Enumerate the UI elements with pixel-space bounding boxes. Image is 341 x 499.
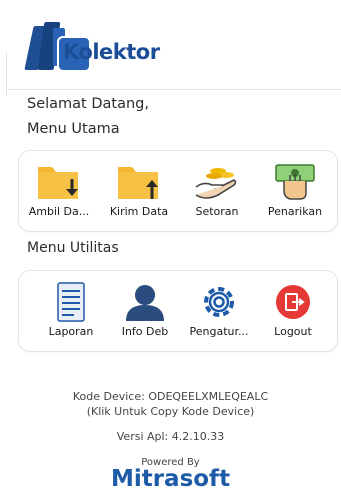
main-menu-title: Menu Utama <box>27 121 120 137</box>
menu-pengaturan[interactable]: Pengatur... <box>179 271 259 351</box>
menu-kirim-data-label: Kirim Data <box>109 205 169 218</box>
device-code-text[interactable]: Kode Device: ODEQEELXMLEQEALC <box>0 390 341 403</box>
menu-laporan[interactable]: Laporan <box>31 271 111 351</box>
logout-icon <box>268 281 318 323</box>
hand-coins-icon <box>192 161 242 203</box>
edge-line <box>6 52 7 96</box>
gear-icon <box>194 281 244 323</box>
app-logo: Kolektor <box>24 22 169 74</box>
menu-kirim-data[interactable]: Kirim Data <box>99 151 179 231</box>
menu-ambil-data-label: Ambil Da... <box>28 205 90 218</box>
logo-text: Kolektor <box>63 40 160 64</box>
greeting-text: Selamat Datang, <box>27 96 149 112</box>
brand-logo-text: Mitrasoft <box>110 466 231 492</box>
person-icon <box>120 281 170 323</box>
menu-pengaturan-label: Pengatur... <box>189 325 249 338</box>
menu-logout-label: Logout <box>274 325 312 338</box>
header-divider <box>8 89 341 90</box>
menu-ambil-data[interactable]: Ambil Da... <box>19 151 99 231</box>
folder-upload-icon <box>114 161 164 203</box>
menu-penarikan[interactable]: Penarikan <box>255 151 335 231</box>
menu-logout[interactable]: Logout <box>253 271 333 351</box>
menu-setoran[interactable]: Setoran <box>177 151 257 231</box>
main-menu-card: Ambil Da... Kirim Data Setoran Penarikan <box>18 150 338 232</box>
copy-device-code-hint[interactable]: (Klik Untuk Copy Kode Device) <box>0 405 341 418</box>
menu-setoran-label: Setoran <box>195 205 239 218</box>
menu-laporan-label: Laporan <box>48 325 94 338</box>
utility-section-title: Menu Utilitas <box>27 240 119 256</box>
utility-menu-card: Laporan Info Deb Pengatur... Logout <box>18 270 338 352</box>
menu-penarikan-label: Penarikan <box>267 205 323 218</box>
folder-download-icon <box>34 161 84 203</box>
money-withdraw-icon <box>270 161 320 203</box>
document-icon <box>46 281 96 323</box>
menu-info-deb-label: Info Deb <box>121 325 169 338</box>
app-version: Versi Apl: 4.2.10.33 <box>116 430 225 443</box>
menu-info-deb[interactable]: Info Deb <box>105 271 185 351</box>
